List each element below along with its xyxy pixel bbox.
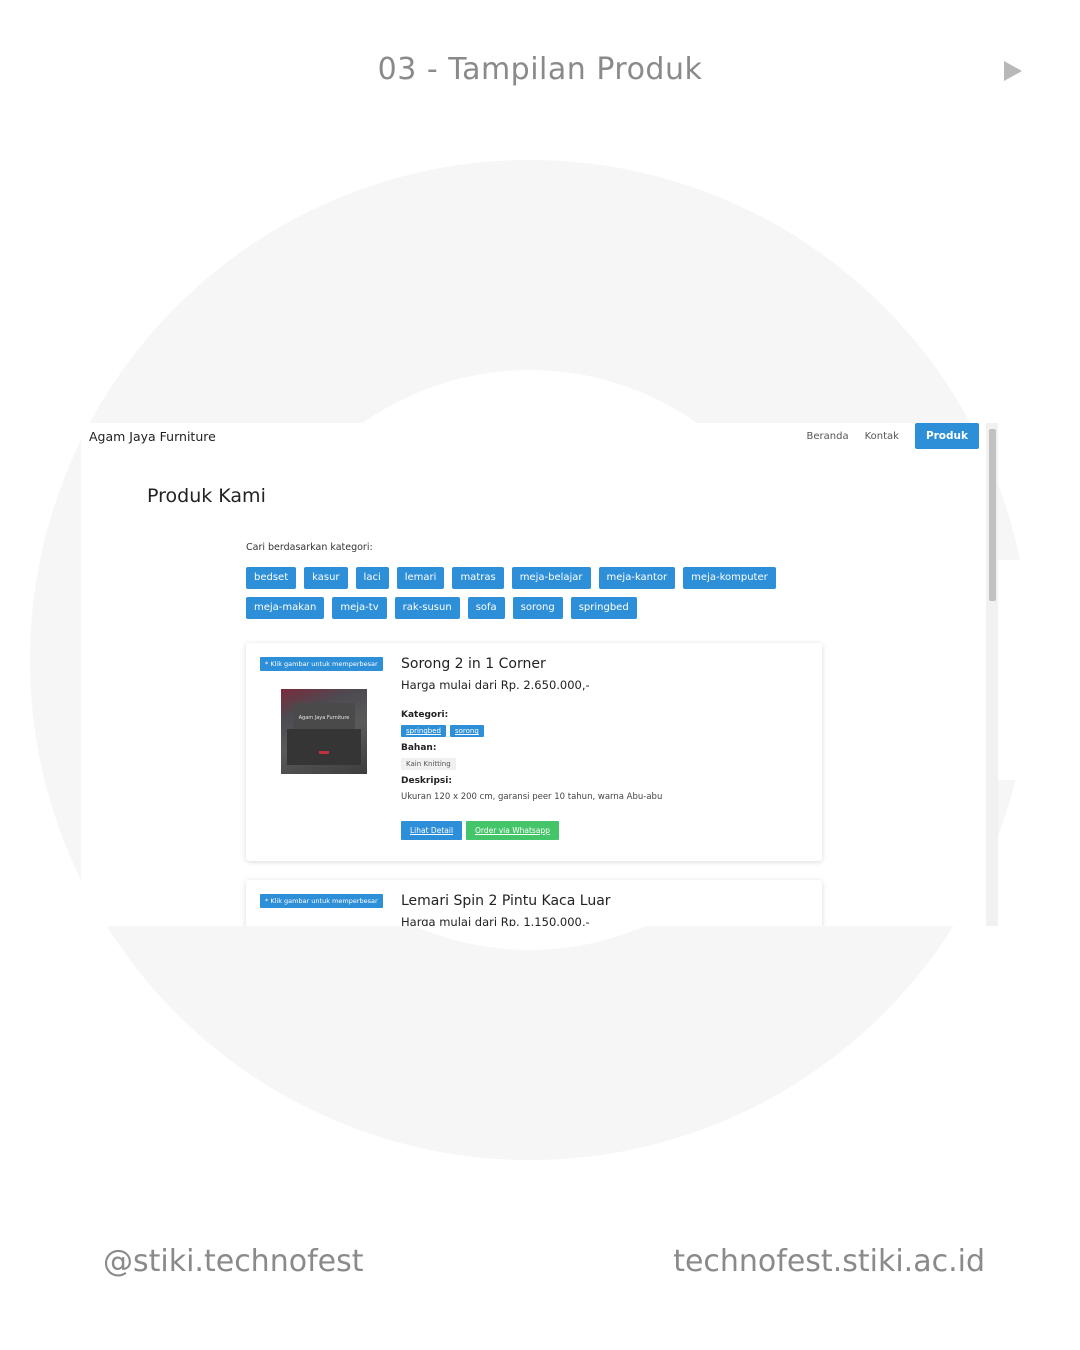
- navbar: Beranda Kontak Produk: [799, 423, 979, 449]
- nav-kontak[interactable]: Kontak: [857, 425, 907, 448]
- scrollbar[interactable]: [986, 423, 998, 926]
- category-chip[interactable]: meja-belajar: [511, 567, 591, 589]
- product-price: Harga mulai dari Rp. 2.650.000,-: [401, 678, 590, 692]
- scrollbar-thumb[interactable]: [989, 429, 996, 601]
- order-whatsapp-button[interactable]: Order via Whatsapp: [466, 821, 559, 840]
- product-category-tag[interactable]: sorong: [450, 725, 484, 737]
- site-brand[interactable]: Agam Jaya Furniture: [89, 429, 216, 444]
- category-chip[interactable]: meja-komputer: [683, 567, 776, 589]
- material-badge: Kain Knitting: [401, 758, 456, 770]
- category-chip[interactable]: laci: [355, 567, 389, 589]
- zoom-hint-badge: * Klik gambar untuk memperbesar: [260, 894, 383, 908]
- category-chip[interactable]: lemari: [396, 567, 445, 589]
- product-title: Sorong 2 in 1 Corner: [401, 656, 546, 672]
- category-chip[interactable]: rak-susun: [394, 597, 460, 619]
- product-card: * Klik gambar untuk memperbesar Lemari S…: [246, 880, 822, 926]
- category-chip[interactable]: sofa: [467, 597, 505, 619]
- product-price: Harga mulai dari Rp. 1.150.000,-: [401, 915, 590, 926]
- nav-produk[interactable]: Produk: [914, 423, 979, 449]
- deskripsi-label: Deskripsi:: [401, 776, 452, 786]
- nav-beranda[interactable]: Beranda: [799, 425, 857, 448]
- product-image[interactable]: Agam Jaya Furniture: [281, 689, 367, 774]
- product-description: Ukuran 120 x 200 cm, garansi peer 10 tah…: [401, 792, 663, 802]
- category-chip[interactable]: meja-makan: [246, 597, 325, 619]
- category-chip[interactable]: matras: [452, 567, 504, 589]
- bed-base: [287, 729, 361, 765]
- product-category-tags: springbed sorong: [401, 725, 484, 737]
- category-chip[interactable]: bedset: [246, 567, 297, 589]
- category-chip[interactable]: meja-kantor: [598, 567, 676, 589]
- zoom-hint-badge: * Klik gambar untuk memperbesar: [260, 657, 383, 671]
- view-detail-button[interactable]: Lihat Detail: [401, 821, 463, 840]
- slide-title: 03 - Tampilan Produk: [377, 52, 703, 87]
- category-chip[interactable]: sorong: [512, 597, 563, 619]
- category-chips: bedset kasur laci lemari matras meja-bel…: [246, 567, 786, 619]
- image-watermark: Agam Jaya Furniture: [298, 715, 350, 721]
- product-category-tag[interactable]: springbed: [401, 725, 446, 737]
- footer-website: technofest.stiki.ac.id: [673, 1244, 985, 1279]
- bahan-label: Bahan:: [401, 743, 437, 753]
- page-title: Produk Kami: [147, 485, 266, 507]
- footer-handle: @stiki.technofest: [103, 1244, 364, 1279]
- website-screenshot: Agam Jaya Furniture Beranda Kontak Produ…: [81, 423, 998, 926]
- product-card: * Klik gambar untuk memperbesar Agam Jay…: [246, 643, 822, 861]
- kategori-label: Kategori:: [401, 710, 449, 720]
- category-chip[interactable]: meja-tv: [332, 597, 387, 619]
- category-filter-label: Cari berdasarkan kategori:: [246, 542, 373, 553]
- bed-logo: [319, 751, 329, 754]
- category-chip[interactable]: springbed: [570, 597, 637, 619]
- product-title: Lemari Spin 2 Pintu Kaca Luar: [401, 893, 611, 909]
- play-triangle-icon[interactable]: [1004, 61, 1022, 81]
- category-chip[interactable]: kasur: [304, 567, 348, 589]
